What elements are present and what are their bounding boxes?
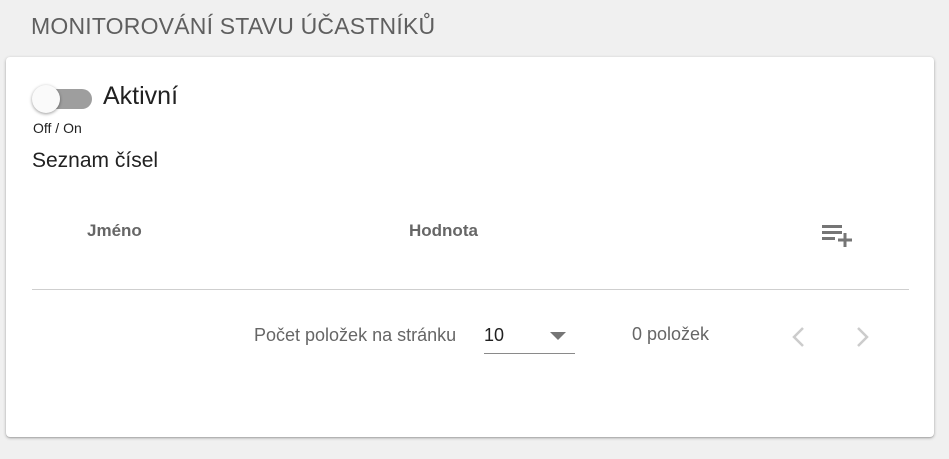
toggle-hint: Off / On (33, 120, 82, 136)
range-label: 0 položek (632, 324, 710, 344)
dropdown-arrow-icon (550, 332, 566, 340)
settings-card: Aktivní Off / On Seznam čísel Jméno Hodn… (6, 57, 934, 437)
column-header-value: Hodnota (409, 221, 478, 240)
table-divider (32, 289, 909, 290)
numbers-section-title: Seznam čísel (32, 149, 159, 172)
page-size-select[interactable]: 10 (484, 319, 575, 354)
page-title: MONITOROVÁNÍ STAVU ÚČASTNÍKŮ (31, 13, 436, 39)
active-toggle[interactable] (32, 85, 92, 113)
chevron-right-icon[interactable] (851, 322, 875, 352)
items-per-page-label: Počet položek na stránku (254, 325, 457, 345)
playlist-add-icon[interactable] (818, 220, 856, 250)
page-size-value: 10 (484, 325, 505, 345)
chevron-left-icon[interactable] (786, 322, 810, 352)
active-toggle-label: Aktivní (103, 82, 179, 110)
column-header-name: Jméno (87, 221, 142, 240)
toggle-thumb (32, 85, 60, 113)
